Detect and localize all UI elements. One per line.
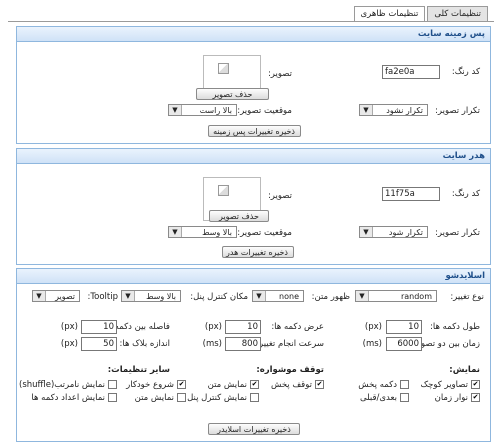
bg-repeat-label: تکرار تصویر:	[435, 106, 480, 116]
checkbox-autostart[interactable]	[177, 380, 186, 389]
hd-color-input[interactable]: 11f75a	[382, 187, 440, 201]
hover-pause-label: توقف پخش	[270, 380, 312, 390]
bg-position-value: بالا راست	[199, 106, 232, 115]
bg-repeat-value: تکرار نشود	[386, 106, 423, 115]
hd-repeat-select[interactable]: تکرار شود ▼	[359, 226, 428, 238]
hd-position-value: بالا وسط	[202, 228, 232, 237]
ss-interval-input[interactable]: 6000	[386, 337, 422, 351]
ss-btn-height-input[interactable]: 10	[386, 320, 422, 334]
hover-control-label: نمایش کنترل پنل	[187, 393, 247, 403]
checkbox-other-text[interactable]	[177, 393, 186, 402]
tab-general-settings[interactable]: تنظیمات کلی	[427, 6, 488, 21]
checkbox-hover-pause[interactable]	[315, 380, 324, 389]
hd-repeat-label: تکرار تصویر:	[435, 228, 480, 238]
ss-control-label: مکان کنترل پنل:	[190, 292, 248, 302]
ss-hover-title: توقف موشواره:	[256, 365, 324, 375]
checkbox-time-bar[interactable]	[471, 393, 480, 402]
checkbox-hover-control[interactable]	[250, 393, 259, 402]
slideshow-panel-title: اسلایدشو	[17, 269, 490, 284]
bg-color-input[interactable]: fa2e0a	[382, 65, 440, 79]
ss-btn-height-label: طول دکمه ها:	[430, 322, 480, 332]
checkbox-button-numbers[interactable]	[108, 393, 117, 402]
ss-btn-gap-unit: (px)	[60, 322, 78, 332]
bg-position-label: موقعیت تصویر:	[237, 106, 292, 116]
ss-btn-height-unit: (px)	[364, 322, 382, 332]
ss-speed-label: سرعت انجام تغییر:	[256, 339, 324, 349]
bg-repeat-select[interactable]: تکرار نشود ▼	[359, 104, 428, 116]
button-numbers-label: نمایش اعداد دکمه ها	[31, 393, 105, 403]
ss-speed-unit: (ms)	[202, 339, 222, 349]
ss-text-value: none	[279, 292, 299, 301]
ss-btn-width-unit: (px)	[204, 322, 222, 332]
chevron-down-icon: ▼	[33, 291, 46, 301]
chevron-down-icon: ▼	[122, 291, 135, 301]
bg-color-label: کد رنگ:	[451, 67, 480, 77]
ss-other-title: سایر تنظیمات:	[107, 365, 170, 375]
ss-interval-unit: (ms)	[362, 339, 382, 349]
hover-text-label: نمایش متن	[207, 380, 247, 390]
next-prev-label: بعدی/قبلی	[360, 393, 397, 403]
header-panel-title: هدر سایت	[17, 149, 490, 164]
hd-position-label: موقعیت تصویر:	[237, 228, 292, 238]
hd-delete-image-button[interactable]: حذف تصویر	[209, 210, 269, 222]
shuffle-label: نمایش نامرتب(shuffle)	[19, 380, 105, 390]
tab-appearance-settings[interactable]: تنظیمات ظاهری	[353, 6, 426, 22]
ss-text-select[interactable]: none ▼	[252, 290, 304, 302]
hd-color-label: کد رنگ:	[451, 189, 480, 199]
checkbox-hover-text[interactable]	[250, 380, 259, 389]
hd-image-label: تصویر:	[267, 191, 292, 201]
background-panel: پس زمینه سایت کد رنگ: fa2e0a تصویر: حذف …	[16, 26, 491, 144]
bg-image-label: تصویر:	[267, 69, 292, 79]
hd-repeat-value: تکرار شود	[388, 228, 423, 237]
other-text-label: نمایش متن	[134, 393, 174, 403]
autostart-label: شروع خودکار	[126, 380, 174, 390]
tab-bar: تنظیمات کلی تنظیمات ظاهری	[352, 6, 488, 22]
ss-tooltip-select[interactable]: تصویر ▼	[32, 290, 80, 302]
tab-underline	[8, 21, 494, 22]
ss-type-label: نوع تغییر:	[450, 292, 484, 302]
bg-delete-image-button[interactable]: حذف تصویر	[196, 88, 269, 100]
chevron-down-icon: ▼	[356, 291, 369, 301]
background-panel-title: پس زمینه سایت	[17, 27, 490, 42]
checkbox-shuffle[interactable]	[108, 380, 117, 389]
chevron-down-icon: ▼	[360, 227, 373, 237]
bg-save-button[interactable]: ذخیره تغییرات پس زمینه	[208, 125, 301, 137]
checkbox-play-button[interactable]	[400, 380, 409, 389]
ss-speed-input[interactable]: 800	[225, 337, 261, 351]
ss-tooltip-value: تصویر	[55, 292, 75, 301]
ss-block-label: اندازه بلاک ها:	[119, 339, 171, 349]
ss-type-value: random	[400, 292, 432, 301]
checkbox-thumbnails[interactable]	[471, 380, 480, 389]
ss-control-select[interactable]: بالا وسط ▼	[121, 290, 181, 302]
ss-block-unit: (px)	[60, 339, 78, 349]
play-button-label: دکمه پخش	[358, 380, 397, 390]
hd-position-select[interactable]: بالا وسط ▼	[168, 226, 237, 238]
chevron-down-icon: ▼	[169, 227, 182, 237]
broken-image-icon	[218, 63, 229, 74]
ss-save-button[interactable]: ذخیره تغییرات اسلایدر	[208, 423, 300, 435]
chevron-down-icon: ▼	[360, 105, 373, 115]
bg-position-select[interactable]: بالا راست ▼	[168, 104, 237, 116]
ss-btn-gap-input[interactable]: 10	[81, 320, 117, 334]
ss-control-value: بالا وسط	[146, 292, 176, 301]
ss-tooltip-label: Tooltip:	[87, 292, 118, 302]
thumbnails-label: تصاویر کوچک	[420, 380, 469, 390]
ss-display-title: نمایش:	[449, 365, 480, 375]
hd-save-button[interactable]: ذخیره تغییرات هدر	[222, 246, 294, 258]
chevron-down-icon: ▼	[169, 105, 182, 115]
ss-btn-width-label: عرض دکمه ها:	[271, 322, 324, 332]
slideshow-panel: اسلایدشو نوع تغییر: random ▼ ظهور متن: n…	[16, 268, 491, 442]
ss-text-label: ظهور متن:	[311, 292, 350, 302]
ss-btn-width-input[interactable]: 10	[225, 320, 261, 334]
chevron-down-icon: ▼	[253, 291, 266, 301]
ss-type-select[interactable]: random ▼	[355, 290, 437, 302]
header-panel: هدر سایت کد رنگ: 11f75a تصویر: حذف تصویر…	[16, 148, 491, 265]
checkbox-next-prev[interactable]	[400, 393, 409, 402]
time-bar-label: نوار زمان	[434, 393, 468, 403]
ss-block-input[interactable]: 50	[81, 337, 117, 351]
broken-image-icon	[218, 185, 229, 196]
